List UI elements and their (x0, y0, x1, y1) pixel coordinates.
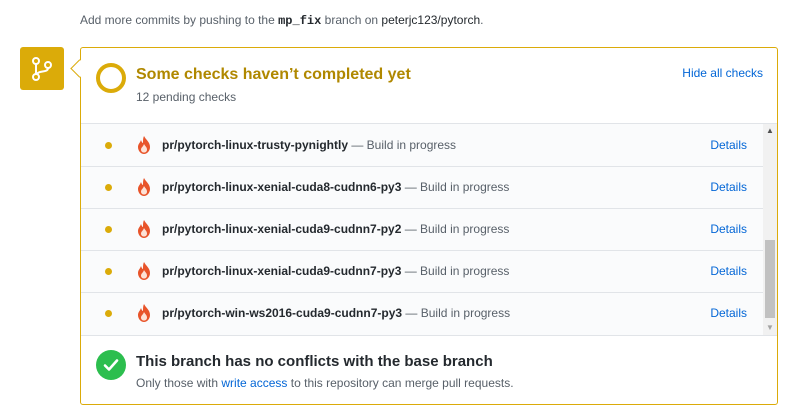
check-details-link[interactable]: Details (710, 222, 747, 236)
check-status: — Build in progress (404, 222, 510, 236)
checks-status-count: 12 pending checks (136, 90, 237, 104)
merge-status-title: This branch has no conflicts with the ba… (136, 353, 493, 370)
jenkins-flame-icon (136, 177, 152, 202)
checks-list: pr/pytorch-linux-trusty-pynightly — Buil… (81, 123, 777, 336)
repo-name: peterjc123/pytorch (381, 13, 481, 27)
git-branch-icon (20, 47, 64, 90)
pending-dot-icon (105, 226, 112, 233)
write-access-link[interactable]: write access (221, 376, 287, 390)
merge-status-note: Only those with write access to this rep… (136, 376, 514, 390)
check-icon (96, 350, 126, 380)
jenkins-flame-icon (136, 303, 152, 328)
check-row: pr/pytorch-linux-xenial-cuda9-cudnn7-py2… (81, 208, 763, 251)
check-row: pr/pytorch-win-ws2016-cuda9-cudnn7-py3 —… (81, 292, 763, 334)
jenkins-flame-icon (136, 219, 152, 244)
merge-conflict-status: This branch has no conflicts with the ba… (81, 334, 777, 404)
pending-dot-icon (105, 142, 112, 149)
jenkins-flame-icon (136, 261, 152, 286)
scroll-down-arrow-icon[interactable]: ▼ (763, 321, 777, 335)
check-details-link[interactable]: Details (710, 180, 747, 194)
check-name: pr/pytorch-win-ws2016-cuda9-cudnn7-py3 (162, 306, 403, 320)
hide-all-checks-link[interactable]: Hide all checks (682, 66, 763, 80)
check-row: pr/pytorch-linux-trusty-pynightly — Buil… (81, 124, 763, 167)
pending-status-icon (96, 63, 126, 93)
check-name: pr/pytorch-linux-xenial-cuda9-cudnn7-py3 (162, 264, 402, 278)
check-details-link[interactable]: Details (710, 306, 747, 320)
check-name: pr/pytorch-linux-xenial-cuda9-cudnn7-py2 (162, 222, 402, 236)
check-status: — Build in progress (351, 138, 457, 152)
check-row: pr/pytorch-linux-xenial-cuda8-cudnn6-py3… (81, 166, 763, 209)
check-details-link[interactable]: Details (710, 264, 747, 278)
checks-status-header: Some checks haven’t completed yet 12 pen… (81, 48, 777, 123)
scroll-up-arrow-icon[interactable]: ▲ (763, 124, 777, 138)
check-name: pr/pytorch-linux-xenial-cuda8-cudnn6-py3 (162, 180, 402, 194)
pending-dot-icon (105, 184, 112, 191)
check-status: — Build in progress (404, 180, 510, 194)
merge-status-box: Some checks haven’t completed yet 12 pen… (70, 47, 778, 405)
pending-dot-icon (105, 268, 112, 275)
pending-dot-icon (105, 310, 112, 317)
check-status: — Build in progress (404, 264, 510, 278)
push-instructions: Add more commits by pushing to the mp_fi… (80, 13, 484, 28)
scrollbar-thumb[interactable] (765, 240, 775, 318)
check-status: — Build in progress (405, 306, 511, 320)
branch-name: mp_fix (278, 14, 322, 28)
check-row: pr/pytorch-linux-xenial-cuda9-cudnn7-py3… (81, 250, 763, 293)
checks-status-title: Some checks haven’t completed yet (136, 66, 411, 83)
check-name: pr/pytorch-linux-trusty-pynightly (162, 138, 348, 152)
check-details-link[interactable]: Details (710, 138, 747, 152)
jenkins-flame-icon (136, 135, 152, 160)
checks-scrollbar[interactable]: ▲ ▼ (763, 124, 777, 335)
